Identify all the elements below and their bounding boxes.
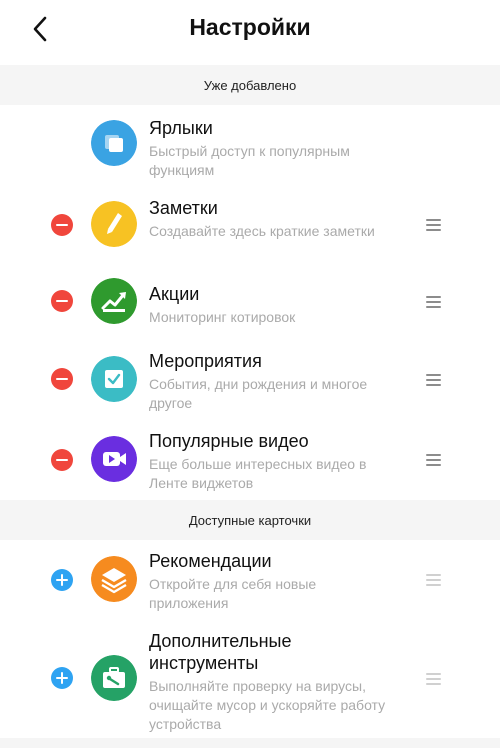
section-header-added: Уже добавлено xyxy=(0,65,500,105)
drag-handle-icon xyxy=(426,574,441,586)
card-description: Мониторинг котировок xyxy=(149,309,296,325)
card-description: Еще больше интересных видео в Ленте видж… xyxy=(149,456,367,491)
card-description: Выполняйте проверку на вирусы, очищайте … xyxy=(149,678,386,732)
card-name: Акции xyxy=(149,284,200,304)
card-description: Быстрый доступ к популярным функциям xyxy=(149,143,350,178)
card-item-recommendations: Рекомендации Откройте для себя новые при… xyxy=(0,540,500,624)
card-description: События, дни рождения и многое другое xyxy=(149,376,368,411)
card-name: Популярные видео xyxy=(149,431,309,451)
card-name: Мероприятия xyxy=(149,351,262,371)
card-description: Откройте для себя новые приложения xyxy=(149,576,317,611)
card-item-notes: Заметки Создавайте здесь краткие заметки xyxy=(0,185,500,265)
stock-chart-icon xyxy=(91,278,137,324)
remove-button[interactable] xyxy=(51,368,73,390)
shortcuts-icon xyxy=(91,120,137,166)
card-name: Дополнительные инструменты xyxy=(149,631,292,673)
remove-button[interactable] xyxy=(51,449,73,471)
section-header-available: Доступные карточки xyxy=(0,500,500,540)
card-description: Создавайте здесь краткие заметки xyxy=(149,223,375,239)
drag-handle-icon[interactable] xyxy=(426,219,441,231)
card-item-stocks: Акции Мониторинг котировок xyxy=(0,270,500,336)
add-button[interactable] xyxy=(51,667,73,689)
pencil-icon xyxy=(91,201,137,247)
video-camera-icon xyxy=(91,436,137,482)
drag-handle-icon[interactable] xyxy=(426,296,441,308)
drag-handle-icon[interactable] xyxy=(426,374,441,386)
remove-button[interactable] xyxy=(51,290,73,312)
card-name: Заметки xyxy=(149,198,218,218)
header: Настройки xyxy=(0,0,500,64)
remove-button[interactable] xyxy=(51,214,73,236)
card-item-shortcuts: Ярлыки Быстрый доступ к популярным функц… xyxy=(0,105,500,183)
card-item-popular-videos: Популярные видео Еще больше интересных в… xyxy=(0,420,500,500)
drag-handle-icon[interactable] xyxy=(426,454,441,466)
add-button[interactable] xyxy=(51,569,73,591)
drag-handle-icon xyxy=(426,673,441,685)
calendar-check-icon xyxy=(91,356,137,402)
card-item-extra-tools: Дополнительные инструменты Выполняйте пр… xyxy=(0,626,500,738)
card-item-events: Мероприятия События, дни рождения и мног… xyxy=(0,340,500,420)
page-title: Настройки xyxy=(189,14,311,40)
card-name: Рекомендации xyxy=(149,551,272,571)
toolbox-icon xyxy=(91,655,137,701)
bottom-divider xyxy=(0,738,500,748)
card-name: Ярлыки xyxy=(149,118,213,138)
layers-icon xyxy=(91,556,137,602)
